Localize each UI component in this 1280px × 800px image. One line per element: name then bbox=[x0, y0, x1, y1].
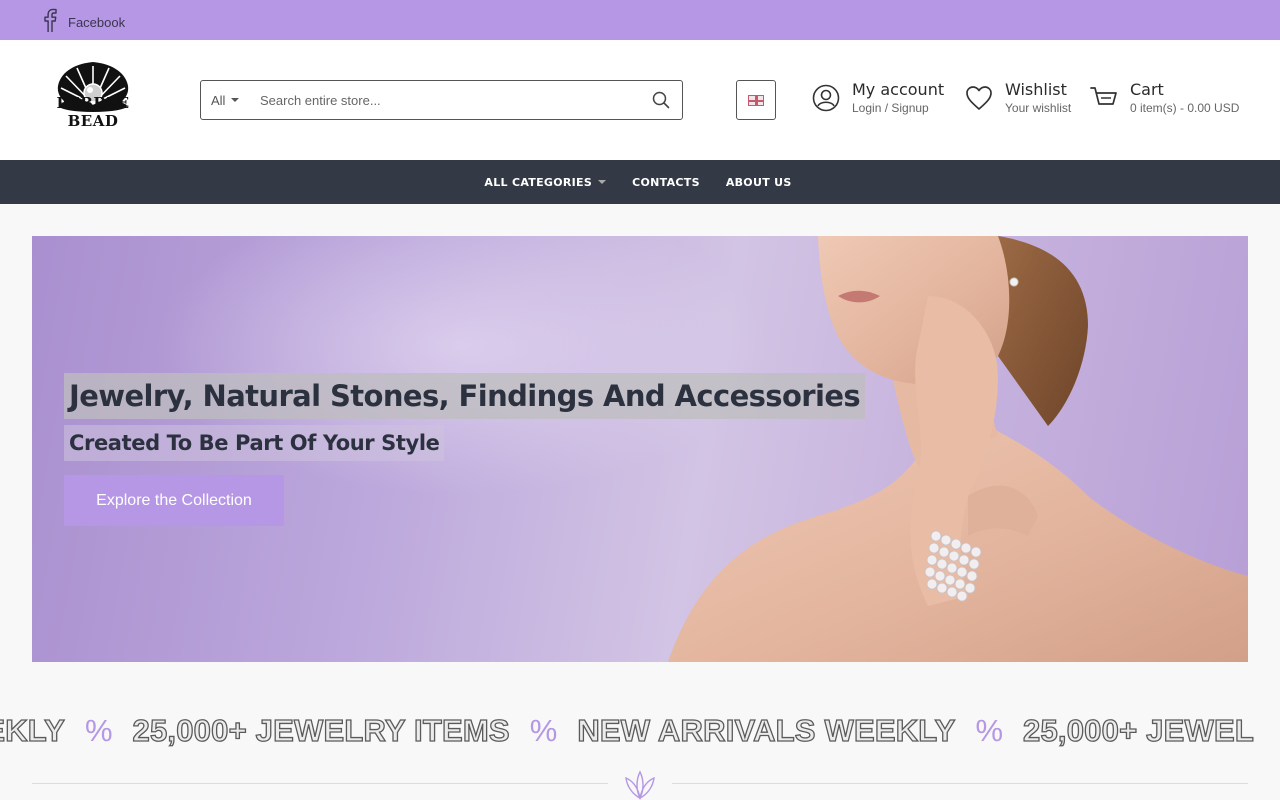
nav-item-label: ALL CATEGORIES bbox=[484, 175, 593, 189]
promo-marquee: WEEKLY % 25,000+ JEWELRY ITEMS % NEW ARR… bbox=[0, 705, 1280, 757]
marquee-separator: % bbox=[975, 713, 1004, 748]
search-button[interactable] bbox=[640, 81, 682, 119]
search-icon bbox=[652, 91, 670, 109]
cart-title: Cart bbox=[1130, 80, 1164, 99]
uk-flag-icon bbox=[748, 94, 764, 106]
wishlist-subtitle: Your wishlist bbox=[1005, 101, 1072, 115]
logo[interactable]: PEBBLE BEAD bbox=[32, 56, 154, 130]
marquee-item: 25,000+ JEWELRY ITEMS bbox=[132, 712, 510, 748]
marquee-item: 25,000+ JEWEL bbox=[1022, 712, 1254, 748]
divider-line-left bbox=[32, 783, 608, 784]
leaf-icon bbox=[625, 770, 655, 800]
divider-line-right bbox=[672, 783, 1248, 784]
user-circle-icon bbox=[812, 84, 840, 112]
explore-collection-button[interactable]: Explore the Collection bbox=[64, 475, 284, 526]
logo-text: PEBBLE BEAD bbox=[56, 94, 130, 130]
wishlist-block[interactable]: Wishlist Your wishlist bbox=[965, 80, 1071, 116]
search-category-value: All bbox=[211, 92, 226, 108]
hero-subheadline: Created To Be Part Of Your Style bbox=[64, 425, 445, 461]
nav-item-label: CONTACTS bbox=[632, 175, 700, 189]
nav-items: ALL CATEGORIES CONTACTS ABOUT US bbox=[471, 176, 804, 189]
section-divider bbox=[32, 766, 1248, 800]
wishlist-title: Wishlist bbox=[1005, 80, 1067, 99]
search-input[interactable] bbox=[249, 81, 640, 119]
cart-block[interactable]: Cart 0 item(s) - 0.00 USD bbox=[1090, 80, 1239, 116]
marquee-item: NEW ARRIVALS WEEKLY bbox=[577, 712, 956, 748]
marquee-item: WEEKLY bbox=[0, 712, 65, 748]
nav-item-all-categories[interactable]: ALL CATEGORIES bbox=[471, 176, 619, 189]
marquee-separator: % bbox=[529, 713, 558, 748]
account-block[interactable]: My account Login / Signup bbox=[812, 80, 944, 116]
heart-icon bbox=[966, 86, 992, 110]
nav-item-contacts[interactable]: CONTACTS bbox=[619, 176, 713, 189]
chevron-down-icon bbox=[231, 98, 240, 102]
search-bar: All bbox=[200, 80, 683, 120]
hero-model-image bbox=[668, 236, 1248, 662]
account-subtitle: Login / Signup bbox=[852, 101, 929, 115]
hero-banner: Jewelry, Natural Stones, Findings And Ac… bbox=[32, 236, 1248, 662]
cart-icon bbox=[1090, 87, 1117, 105]
marquee-separator: % bbox=[84, 713, 113, 748]
facebook-label: Facebook bbox=[68, 15, 126, 30]
facebook-link[interactable]: Facebook bbox=[40, 8, 125, 37]
language-selector[interactable] bbox=[736, 80, 776, 120]
search-category-select[interactable]: All bbox=[201, 81, 249, 119]
nav-item-about-us[interactable]: ABOUT US bbox=[713, 176, 805, 189]
cart-subtitle: 0 item(s) - 0.00 USD bbox=[1130, 101, 1240, 115]
hero-headline: Jewelry, Natural Stones, Findings And Ac… bbox=[64, 373, 866, 419]
nav-item-label: ABOUT US bbox=[725, 175, 792, 189]
marquee-track: WEEKLY % 25,000+ JEWELRY ITEMS % NEW ARR… bbox=[0, 705, 1254, 757]
top-bar: Facebook bbox=[0, 0, 1280, 40]
main-nav: ALL CATEGORIES CONTACTS ABOUT US bbox=[0, 160, 1280, 204]
site-header: PEBBLE BEAD All My account Login / Signu… bbox=[0, 40, 1280, 160]
facebook-icon bbox=[40, 8, 60, 37]
account-title: My account bbox=[852, 80, 945, 99]
chevron-down-icon bbox=[598, 180, 607, 184]
